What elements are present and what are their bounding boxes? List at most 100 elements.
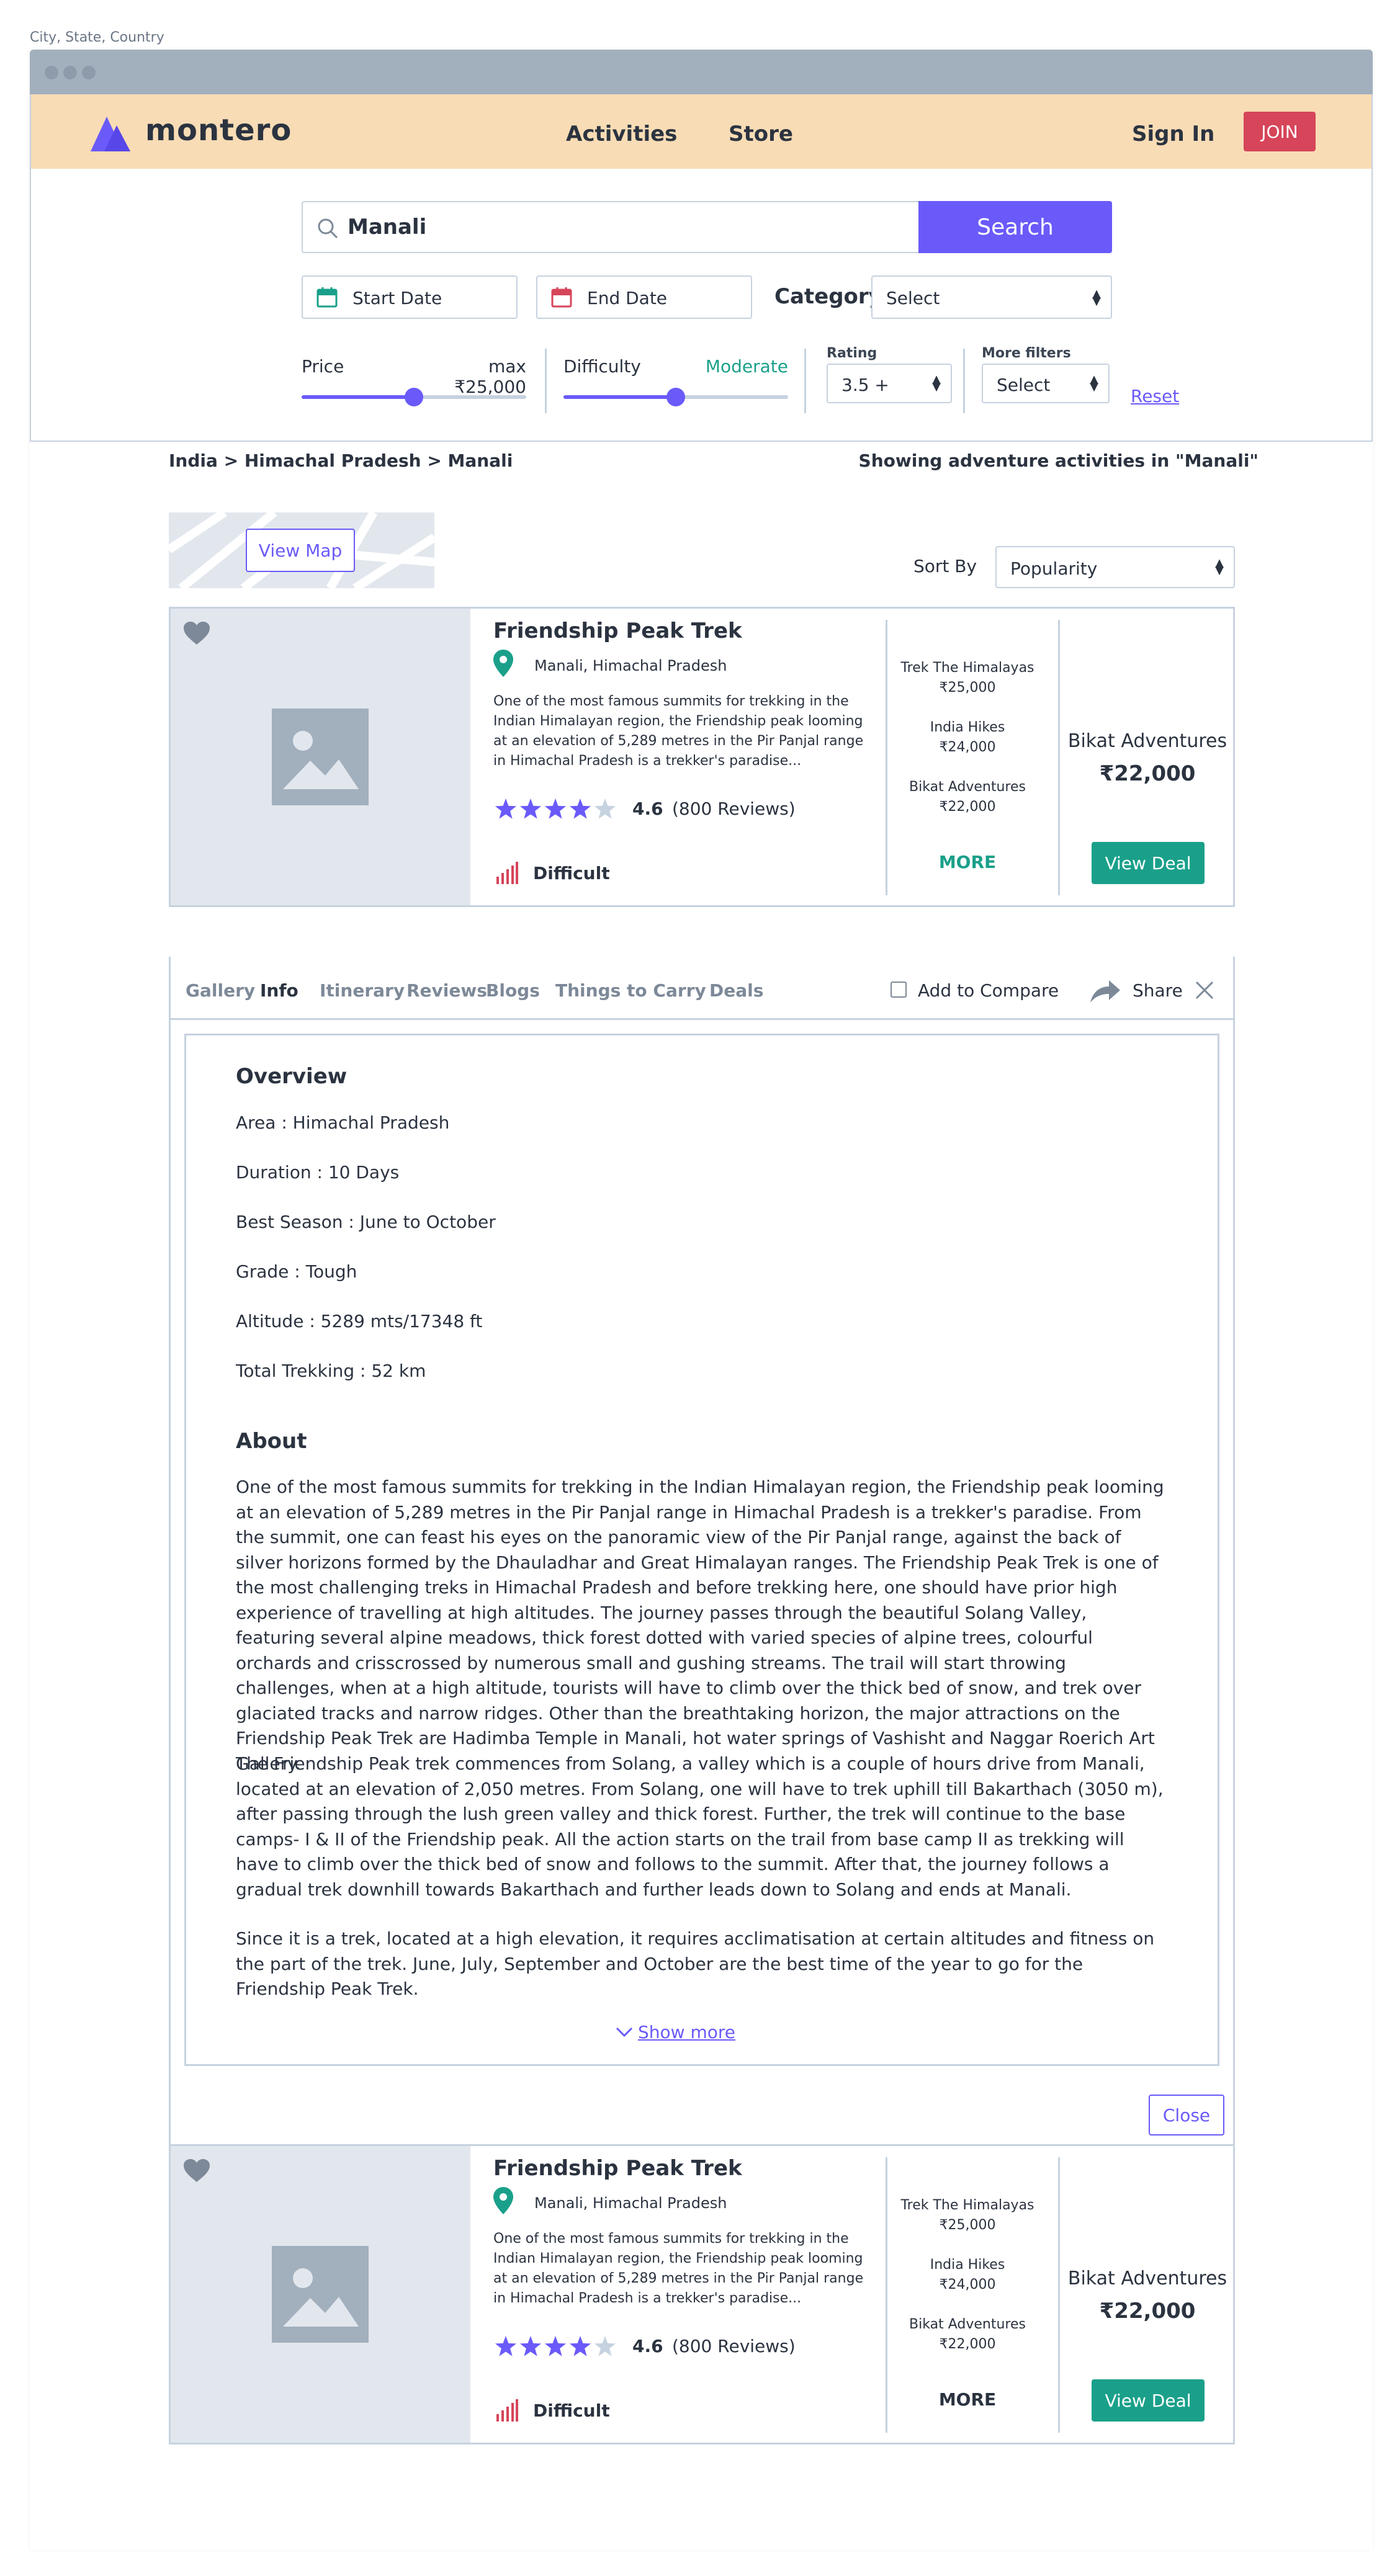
difficulty-bars-icon [496, 862, 518, 884]
image-placeholder-icon [272, 2246, 369, 2343]
calendar-icon [551, 287, 572, 308]
activity-description: One of the most famous summits for trekk… [493, 2231, 864, 2306]
more-filters-select-value: Select [997, 375, 1051, 395]
activity-image[interactable] [171, 609, 470, 905]
tab-gallery[interactable]: Gallery [186, 980, 255, 1001]
about-paragraph: The Friendship Peak trek commences from … [236, 1753, 1164, 1900]
price-slider-handle[interactable] [405, 388, 423, 406]
sign-in-link[interactable]: Sign In [1132, 122, 1214, 146]
filter-divider [804, 349, 806, 413]
rating-select-value: 3.5 + [841, 375, 889, 395]
tab-info[interactable]: Info [260, 980, 298, 1001]
vendor-option[interactable]: India Hikes ₹24,000 [888, 2255, 1047, 2295]
sort-select[interactable]: Popularity ▲ ▼ [995, 546, 1235, 588]
compare-label[interactable]: Add to Compare [918, 980, 1059, 1001]
card-divider [1058, 620, 1060, 895]
activity-location: Manali, Himachal Pradesh [534, 657, 727, 674]
star-icon [519, 2336, 542, 2356]
sort-by-label: Sort By [913, 556, 977, 576]
vendor-option[interactable]: Trek The Himalayas ₹25,000 [888, 658, 1047, 698]
breadcrumb[interactable]: India > Himachal Pradesh > Manali [169, 450, 513, 471]
window-chrome [30, 50, 1373, 94]
calendar-icon [316, 287, 338, 308]
more-vendors-link[interactable]: MORE [888, 852, 1047, 872]
vendor-price: ₹25,000 [939, 2217, 996, 2233]
about-paragraph: Since it is a trek, located at a high el… [236, 1928, 1155, 1999]
tab-things-to-carry[interactable]: Things to Carry [555, 980, 706, 1001]
best-vendor: Bikat Adventures [1067, 2268, 1227, 2289]
view-deal-button[interactable]: View Deal [1092, 842, 1205, 884]
activity-card[interactable]: Friendship Peak Trek Manali, Himachal Pr… [169, 2144, 1235, 2444]
reset-link[interactable]: Reset [1131, 386, 1179, 406]
difficulty-value: Moderate [705, 356, 788, 377]
difficulty-slider-fill [563, 395, 676, 399]
about-paragraph: One of the most famous summits for trekk… [236, 1477, 1164, 1774]
chevron-down-icon[interactable] [614, 2022, 634, 2042]
select-arrows-icon: ▲ ▼ [1092, 287, 1101, 308]
reviews-count[interactable]: (800 Reviews) [672, 2336, 796, 2356]
window-dot-icon[interactable] [63, 66, 77, 79]
browser-window: montero Activities Store Sign In JOIN Ma… [30, 50, 1373, 2550]
join-button[interactable]: JOIN [1244, 112, 1316, 151]
difficulty-bars-icon [496, 2399, 518, 2422]
favorite-heart-icon[interactable] [183, 621, 210, 646]
category-select[interactable]: Select ▲ ▼ [871, 275, 1112, 319]
fact-area: Area : Himachal Pradesh [236, 1112, 450, 1133]
more-vendors-link[interactable]: MORE [888, 2389, 1047, 2410]
filter-divider [545, 349, 547, 413]
start-date-field[interactable]: Start Date [302, 275, 518, 319]
map-thumbnail[interactable]: View Map [169, 512, 434, 588]
search-panel: Manali Search Start Date End Date Catego… [30, 169, 1373, 442]
select-arrows-icon: ▲ ▼ [1090, 373, 1098, 393]
close-icon[interactable] [1195, 980, 1214, 1000]
window-dot-icon[interactable] [82, 66, 96, 79]
vendor-name: Bikat Adventures [909, 2317, 1026, 2332]
favorite-heart-icon[interactable] [183, 2158, 210, 2183]
vendor-option[interactable]: India Hikes ₹24,000 [888, 718, 1047, 758]
activity-title[interactable]: Friendship Peak Trek [493, 619, 742, 643]
rating-select[interactable]: 3.5 + ▲ ▼ [827, 364, 952, 403]
more-filters-select[interactable]: Select ▲ ▼ [982, 364, 1110, 403]
window-dot-icon[interactable] [45, 66, 58, 79]
about-heading: About [236, 1429, 307, 1454]
search-button[interactable]: Search [918, 201, 1112, 253]
results-summary: Showing adventure activities in "Manali" [858, 450, 1259, 471]
search-input[interactable]: Manali [302, 201, 922, 253]
reviews-count[interactable]: (800 Reviews) [672, 798, 796, 819]
star-icon [495, 798, 517, 819]
tab-deals[interactable]: Deals [709, 980, 763, 1001]
logo-icon[interactable] [91, 117, 130, 151]
end-date-field[interactable]: End Date [536, 275, 752, 319]
vendor-option[interactable]: Bikat Adventures ₹22,000 [888, 777, 1047, 817]
activity-card[interactable]: Friendship Peak Trek Manali, Himachal Pr… [169, 607, 1235, 907]
compare-checkbox[interactable] [891, 982, 907, 998]
location-pin-icon [493, 650, 513, 677]
card-divider [886, 2157, 887, 2433]
select-arrows-icon: ▲ ▼ [932, 373, 941, 393]
vendor-price: ₹24,000 [939, 740, 996, 755]
show-more-link[interactable]: Show more [638, 2022, 735, 2042]
nav-activities[interactable]: Activities [566, 122, 677, 146]
vendor-option[interactable]: Trek The Himalayas ₹25,000 [888, 2196, 1047, 2235]
brand-name[interactable]: montero [145, 113, 292, 148]
close-button[interactable]: Close [1149, 2095, 1224, 2135]
view-deal-button[interactable]: View Deal [1092, 2379, 1205, 2422]
page-caption: City, State, Country [30, 30, 164, 45]
best-vendor: Bikat Adventures [1067, 730, 1227, 752]
nav-store[interactable]: Store [729, 122, 793, 146]
star-icon [569, 2336, 591, 2356]
star-icon [519, 798, 542, 819]
tab-itinerary[interactable]: Itinerary [320, 980, 405, 1001]
activity-location: Manali, Himachal Pradesh [534, 2194, 727, 2212]
tab-reviews[interactable]: Reviews [406, 980, 487, 1001]
activity-title[interactable]: Friendship Peak Trek [493, 2156, 742, 2181]
tab-blogs[interactable]: Blogs [486, 980, 540, 1001]
share-label[interactable]: Share [1133, 980, 1183, 1001]
card-divider [886, 620, 887, 895]
difficulty-slider-handle[interactable] [666, 388, 685, 406]
vendor-option[interactable]: Bikat Adventures ₹22,000 [888, 2315, 1047, 2355]
view-map-button[interactable]: View Map [246, 529, 355, 572]
difficulty-label: Difficult [533, 863, 610, 883]
activity-image[interactable] [171, 2146, 470, 2443]
share-icon[interactable] [1090, 979, 1120, 1003]
